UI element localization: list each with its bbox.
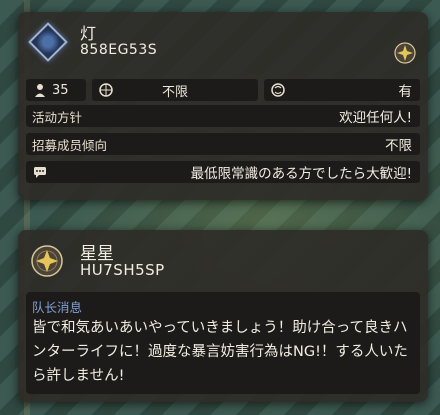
leader-code: HU7SH5SP — [80, 261, 165, 279]
recruit-value: 不限 — [385, 138, 412, 154]
team-comment: 最低限常識のある方でしたら大歓迎! — [190, 166, 412, 182]
recruit-row: 招募成员倾向 不限 — [26, 133, 420, 155]
leader-message: 皆で和気あいあいやっていきましょう！助け合って良きハンターライフに！過度な暴言妨… — [32, 320, 408, 384]
team-emblem-icon — [28, 22, 68, 62]
voice-chat-value: 有 — [398, 84, 413, 100]
person-icon — [35, 84, 45, 97]
team-code: 858EG53S — [80, 42, 158, 58]
member-count: 35 — [52, 82, 69, 98]
voice-chat-icon — [271, 83, 285, 97]
hunter-badge-icon — [31, 245, 63, 277]
hunter-badge-icon — [394, 42, 416, 64]
voice-chat-cell: 有 — [264, 79, 420, 101]
globe-icon — [99, 83, 113, 97]
comment-row: 最低限常識のある方でしたら大歓迎! — [26, 161, 420, 183]
rank-limit: 不限 — [161, 84, 188, 100]
leader-message-box: 队长消息 皆で和気あいあいやっていきましょう！助け合って良きハンターライフに！過… — [26, 292, 420, 394]
leader-message-label: 队长消息 — [32, 300, 83, 315]
recruit-label: 招募成员倾向 — [32, 137, 108, 153]
rank-limit-cell: 不限 — [92, 79, 258, 101]
policy-value: 欢迎任何人! — [339, 110, 412, 126]
member-count-cell: 35 — [26, 79, 86, 101]
policy-row: 活动方针 欢迎任何人! — [26, 105, 420, 127]
leader-card[interactable]: 星星 HU7SH5SP 队长消息 皆で和気あいあいやっていきましょう！助け合って… — [18, 230, 428, 402]
team-info-card[interactable]: 灯 858EG53S 35 不限 有 活动方针 欢迎任何人! 招募成员倾向 不限 — [18, 12, 428, 200]
chat-bubble-icon — [34, 167, 46, 178]
team-name: 灯 — [80, 24, 97, 43]
policy-label: 活动方针 — [32, 109, 83, 125]
